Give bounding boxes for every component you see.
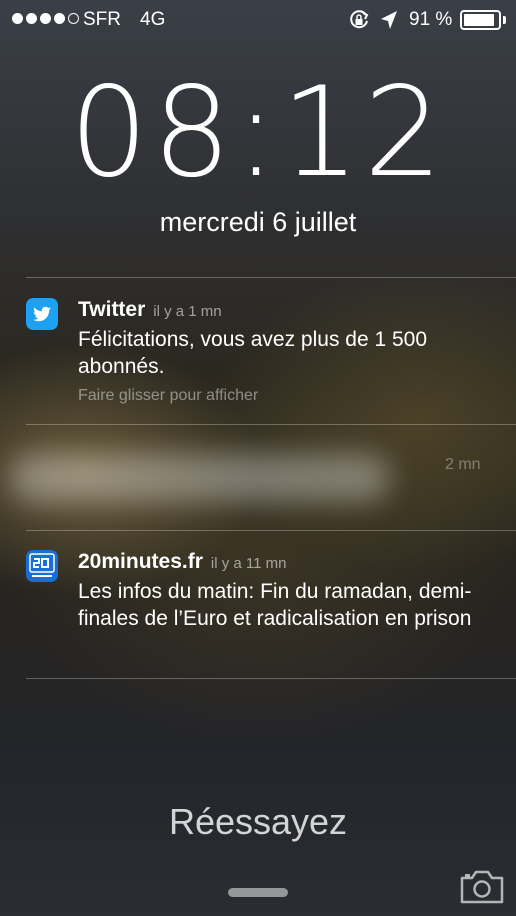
battery-icon [460, 10, 501, 30]
signal-dot [26, 13, 37, 24]
retry-message: Réessayez [168, 801, 348, 842]
notification-header: Twitter il y a 1 mn [78, 298, 222, 322]
notification-app-name: Twitter [78, 298, 146, 321]
notification-header: 20minutes.fr il y a 11 mn [78, 550, 286, 574]
signal-dot [40, 13, 51, 24]
notification-app-name: 20minutes.fr [78, 550, 203, 573]
twitter-icon [26, 298, 58, 330]
status-bar: SFR 4G 91 % [0, 0, 516, 40]
divider [26, 424, 516, 425]
battery-percentage: 91 % [409, 9, 453, 30]
lock-date: mercredi 6 juillet [159, 207, 357, 237]
notification-body: Les infos du matin: Fin du ramadan, demi… [78, 580, 472, 630]
battery-tip [503, 16, 506, 24]
rotation-lock-icon [350, 10, 369, 29]
location-arrow-icon [381, 11, 397, 29]
notification-blurred[interactable]: 2 mn [0, 428, 516, 528]
blurred-content [10, 454, 390, 502]
signal-strength [12, 13, 79, 24]
notification-body: Félicitations, vous avez plus de 1 500 a… [78, 328, 428, 378]
20minutes-icon [26, 550, 58, 582]
signal-dot [54, 13, 65, 24]
signal-dot [12, 13, 23, 24]
network-type: 4G [140, 9, 166, 30]
carrier-name: SFR [83, 9, 121, 30]
notification-hint: Faire glisser pour afficher [78, 387, 259, 404]
divider [26, 277, 516, 278]
divider [26, 678, 516, 679]
signal-dot [68, 13, 79, 24]
notification-time: il y a 11 mn [210, 555, 287, 572]
lock-clock: 08:12 [69, 61, 447, 205]
battery-level [464, 14, 495, 26]
divider [26, 530, 516, 531]
notification-time: il y a 1 mn [153, 303, 222, 320]
home-indicator[interactable] [228, 888, 288, 897]
notification-time: 2 mn [445, 456, 481, 473]
camera-icon[interactable] [458, 866, 506, 906]
